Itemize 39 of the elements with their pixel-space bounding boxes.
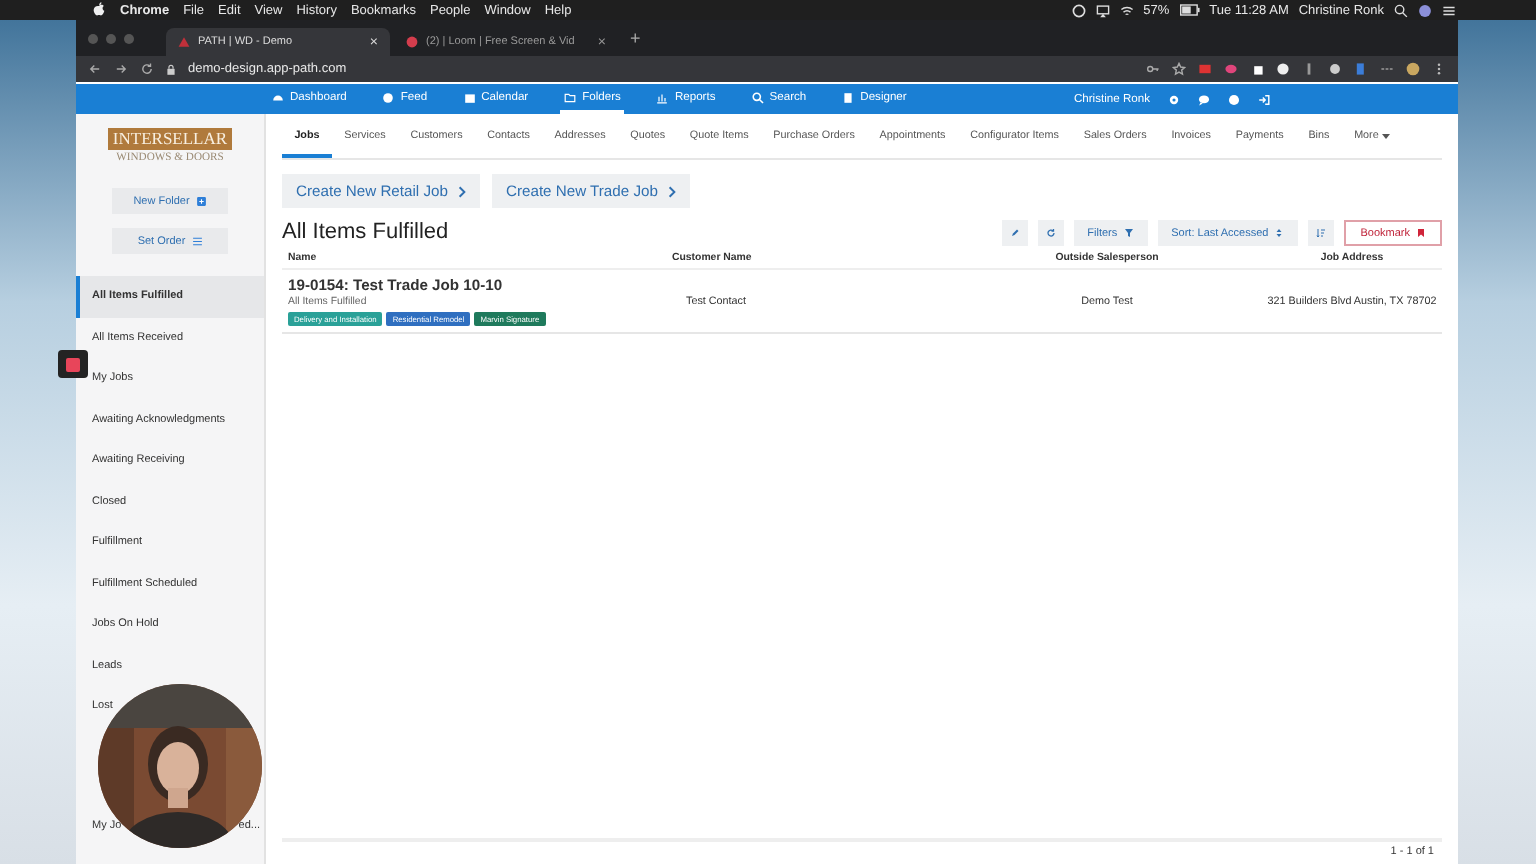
display-icon[interactable] bbox=[1095, 3, 1110, 17]
caret-icon bbox=[1382, 133, 1391, 139]
chevron-icon bbox=[667, 185, 676, 197]
chevron-icon bbox=[457, 185, 466, 197]
more-icon[interactable] bbox=[1432, 62, 1446, 76]
list-icon[interactable] bbox=[1442, 3, 1456, 17]
triangle-icon bbox=[178, 36, 190, 48]
pencil-icon bbox=[1009, 228, 1020, 238]
settings-icon[interactable] bbox=[1168, 93, 1180, 105]
reload-icon[interactable] bbox=[140, 62, 154, 76]
chat-icon[interactable] bbox=[1198, 93, 1210, 105]
folder-icon bbox=[564, 91, 577, 103]
search-icon[interactable] bbox=[1394, 3, 1408, 17]
apple-icon[interactable] bbox=[92, 2, 106, 18]
bookmark-icon bbox=[1416, 228, 1426, 238]
filter-icon bbox=[1123, 228, 1134, 238]
refresh-button[interactable] bbox=[1037, 220, 1064, 246]
stop-recording-button[interactable] bbox=[58, 350, 88, 378]
forward-icon[interactable] bbox=[114, 62, 128, 76]
new-tab-button[interactable]: + bbox=[630, 28, 641, 48]
star-icon[interactable] bbox=[1172, 62, 1186, 76]
lock-icon bbox=[166, 63, 176, 75]
circle-icon[interactable] bbox=[1071, 3, 1086, 17]
circle-icon bbox=[406, 36, 418, 48]
key-icon[interactable] bbox=[1146, 62, 1160, 76]
sort-icon bbox=[1274, 228, 1285, 238]
back-icon[interactable] bbox=[88, 62, 102, 76]
sort-order-icon bbox=[1316, 228, 1327, 238]
gauge-icon bbox=[272, 91, 284, 103]
list-icon bbox=[191, 235, 203, 247]
page-title: All Items Fulfilled bbox=[282, 218, 449, 248]
logout-icon[interactable] bbox=[1258, 93, 1270, 105]
wifi-icon[interactable] bbox=[1119, 3, 1134, 17]
plus-icon bbox=[195, 195, 207, 207]
refresh-icon bbox=[1045, 228, 1056, 238]
avatar-icon[interactable] bbox=[1406, 62, 1420, 76]
bar-chart-icon bbox=[656, 91, 669, 103]
battery-icon[interactable] bbox=[1179, 4, 1200, 16]
search-icon bbox=[751, 91, 764, 103]
